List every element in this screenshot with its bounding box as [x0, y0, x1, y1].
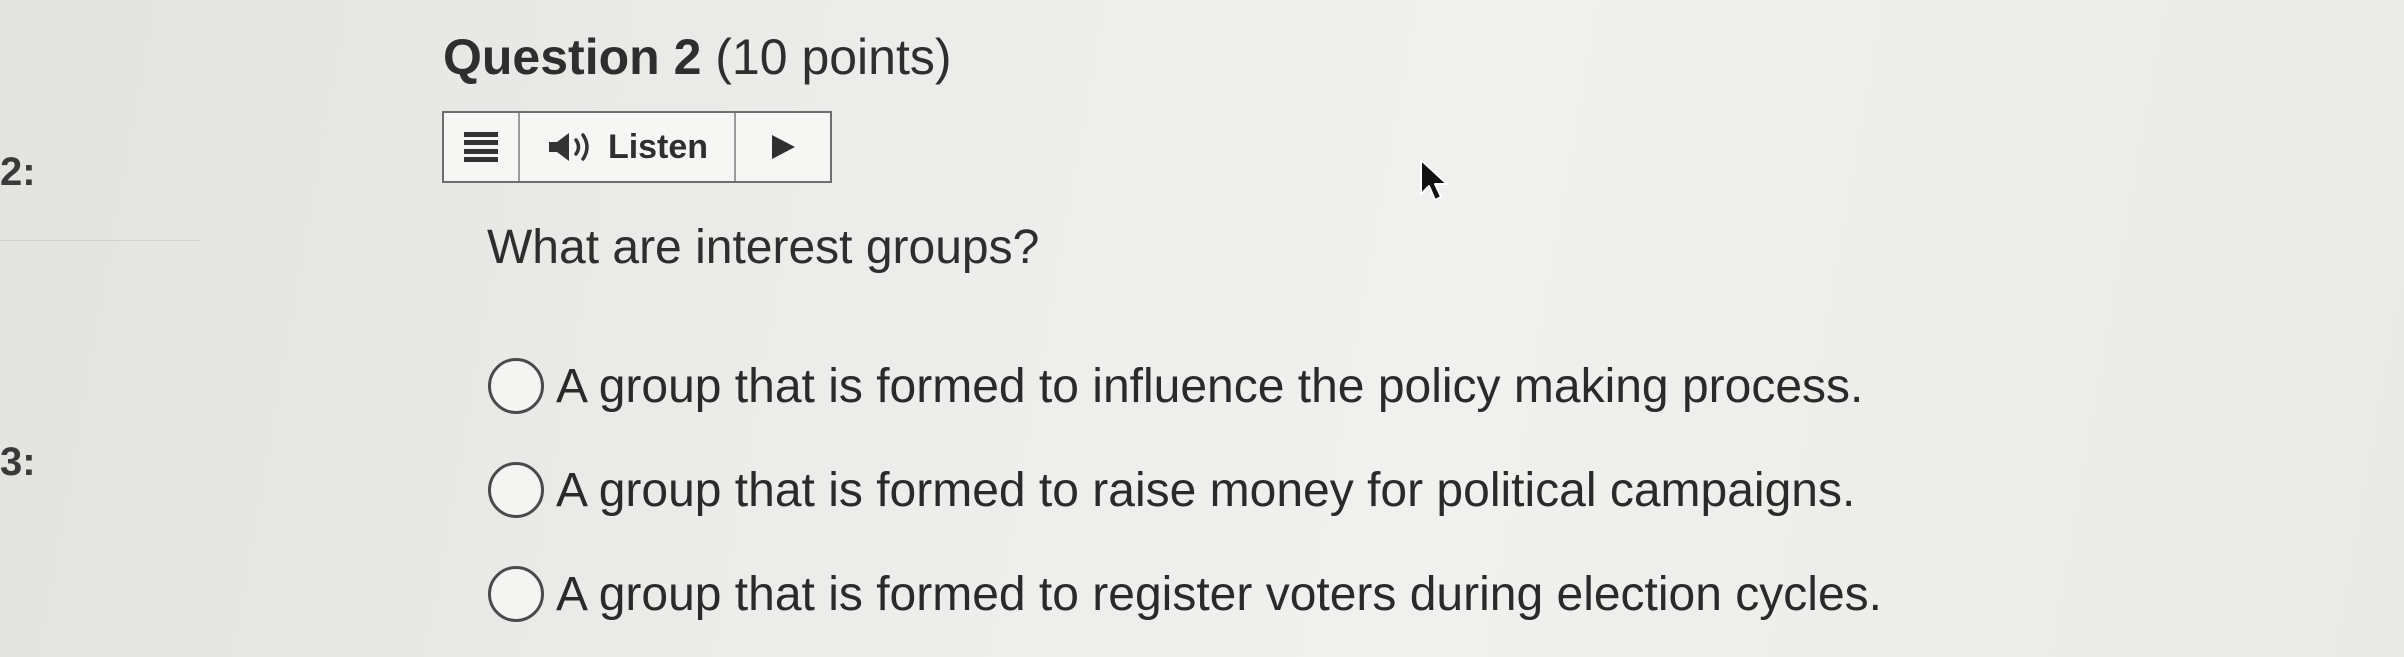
listen-label: Listen: [607, 127, 709, 166]
menu-button[interactable]: [444, 113, 520, 181]
radio-button[interactable]: [488, 358, 544, 414]
question-nav-3[interactable]: 3:: [0, 440, 36, 485]
play-button[interactable]: [736, 113, 830, 181]
answer-option[interactable]: A group that is formed to raise money fo…: [488, 462, 1855, 518]
menu-icon: [464, 132, 498, 162]
question-prompt: What are interest groups?: [487, 221, 1040, 274]
question-points: (10 points): [715, 29, 952, 85]
radio-button[interactable]: [488, 566, 544, 622]
question-title: Question 2 (10 points): [443, 28, 952, 86]
answer-option[interactable]: A group that is formed to register voter…: [488, 566, 1882, 622]
question-number: Question 2: [443, 29, 702, 85]
answer-option[interactable]: A group that is formed to influence the …: [488, 358, 1863, 414]
answer-option-label: A group that is formed to register voter…: [556, 567, 1882, 621]
listen-button[interactable]: Listen: [520, 113, 736, 181]
sidebar-divider: [0, 240, 200, 241]
read-aloud-toolbar: Listen: [442, 111, 832, 183]
mouse-cursor-icon: [1420, 159, 1448, 201]
play-icon: [772, 135, 795, 159]
answer-option-label: A group that is formed to raise money fo…: [556, 463, 1856, 517]
question-nav-2[interactable]: 2:: [0, 150, 36, 195]
answer-option-label: A group that is formed to influence the …: [556, 359, 1864, 413]
radio-button[interactable]: [488, 462, 544, 518]
speaker-icon: [548, 133, 589, 161]
